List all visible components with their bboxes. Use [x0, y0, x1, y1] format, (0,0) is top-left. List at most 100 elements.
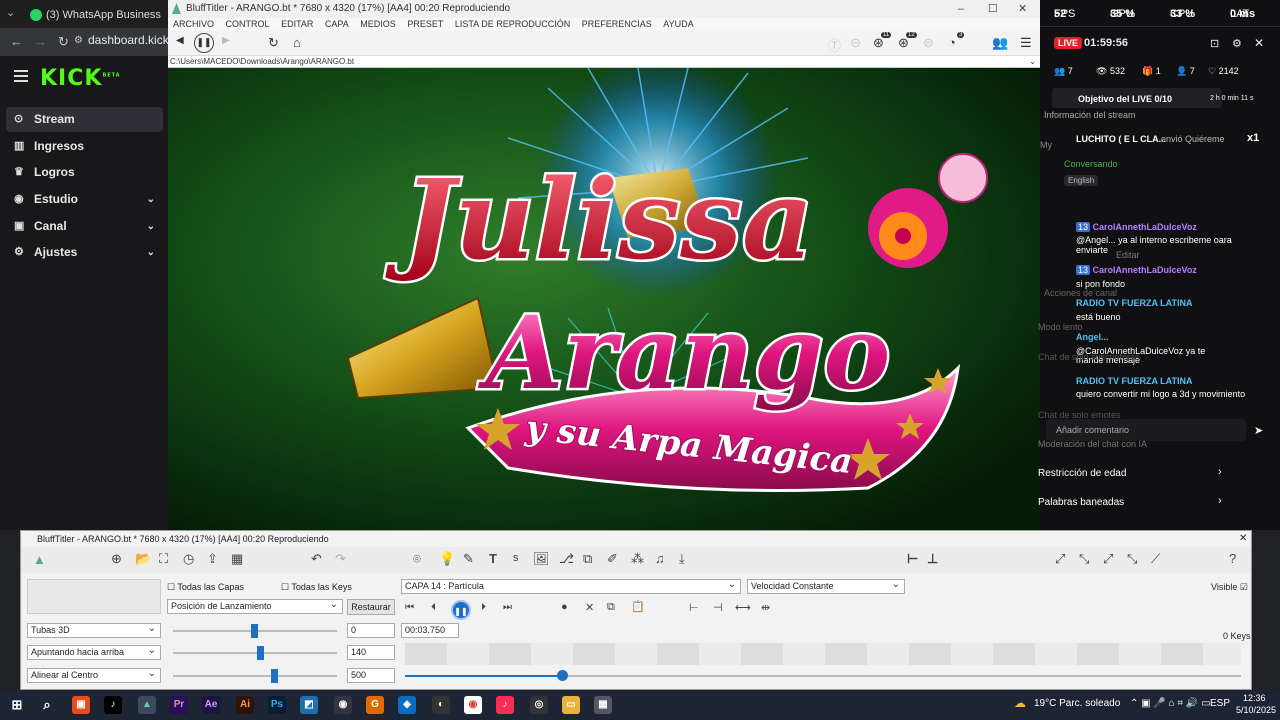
users-icon[interactable]: 👥	[992, 35, 1008, 51]
row2-select[interactable]: Apuntando hacia arriba	[27, 644, 161, 660]
url-bar[interactable]: dashboard.kick	[88, 33, 169, 47]
tray-icons[interactable]: ⌃ ▣ 🎤 ⌂ ⌗ 🔊 ▭	[1130, 698, 1211, 709]
folder-icon[interactable]: ▭	[562, 696, 580, 714]
reload-icon[interactable]: ↻	[58, 34, 69, 50]
tiktok-live-icon[interactable]: ♪	[496, 696, 514, 714]
key-start-icon[interactable]: ⊢	[689, 601, 699, 614]
language-indicator[interactable]: ESP	[1210, 698, 1230, 709]
connect-icon[interactable]: ⎇	[559, 551, 574, 567]
after-effects-icon[interactable]: Ae	[202, 696, 220, 714]
row2-value-input[interactable]: 140	[347, 645, 395, 660]
site-settings-icon[interactable]: ⚙	[74, 35, 83, 46]
key-split-icon[interactable]: ⇹	[761, 601, 770, 614]
weather-text[interactable]: 19°C Parc. soleado	[1034, 698, 1120, 709]
pause-icon[interactable]: ❚❚	[194, 33, 214, 53]
help-icon[interactable]: ?	[1229, 551, 1236, 566]
image-icon[interactable]: 🖼	[533, 551, 550, 567]
app-icon[interactable]: ▣	[72, 696, 90, 714]
time-input[interactable]: 00:03.750	[401, 623, 459, 638]
menu-editar[interactable]: EDITAR	[281, 19, 313, 29]
photoshop-icon[interactable]: Ps	[268, 696, 286, 714]
text-icon[interactable]: Ⓣ	[828, 35, 841, 54]
layer-icon[interactable]: ⊝	[850, 35, 861, 51]
time-icon[interactable]: ◷	[183, 551, 194, 567]
speed-select[interactable]: Velocidad Constante	[747, 578, 905, 594]
illustrator-icon[interactable]: Ai	[236, 696, 254, 714]
restore-button[interactable]: Restaurar	[347, 599, 395, 615]
row1-value-input[interactable]: 0	[347, 623, 395, 638]
download-icon[interactable]: ⤓	[679, 551, 685, 567]
app-icon[interactable]: ▦	[594, 696, 612, 714]
banned-words-item[interactable]: Palabras baneadas	[1038, 497, 1124, 508]
rewind-icon[interactable]: ◀	[176, 35, 184, 46]
tab-list-icon[interactable]: ⌄	[6, 6, 15, 19]
home-icon[interactable]: ⌂	[293, 35, 301, 50]
row3-select[interactable]: Alinear al Centro	[27, 667, 161, 683]
launch-position-select[interactable]: Posición de Lanzamiento	[167, 598, 343, 614]
search-icon[interactable]: ⌕	[38, 696, 56, 714]
timeline-track[interactable]	[405, 643, 1241, 665]
menu-lista[interactable]: LISTA DE REPRODUCCIÓN	[455, 19, 570, 29]
sidebar-item-stream[interactable]: ⊙ Stream	[6, 107, 163, 132]
redo-icon[interactable]: ↷	[335, 551, 346, 567]
app-icon[interactable]: ◎	[530, 696, 548, 714]
blufftitler-icon[interactable]: ▲	[138, 696, 156, 714]
menu-icon[interactable]: ☰	[1020, 35, 1032, 51]
timer-icon[interactable]: ◔	[948, 35, 956, 50]
menu-ayuda[interactable]: AYUDA	[663, 19, 693, 29]
row1-select[interactable]: Tubas 3D	[27, 622, 161, 638]
pause-button[interactable]: ❚❚	[451, 600, 471, 620]
menu-capa[interactable]: CAPA	[325, 19, 349, 29]
obs-icon[interactable]: ◐	[432, 696, 450, 714]
settings-icon[interactable]: ⚙	[1232, 37, 1242, 50]
open-icon[interactable]: 📂	[135, 551, 151, 567]
refresh-icon[interactable]: ↻	[268, 35, 279, 51]
menu-icon[interactable]	[14, 70, 28, 82]
camera-icon[interactable]: ⌾	[413, 551, 421, 567]
premiere-icon[interactable]: Pr	[170, 696, 188, 714]
align-left-icon[interactable]: ⊢	[907, 551, 918, 567]
pin-icon[interactable]: ⊜	[923, 35, 934, 51]
export-icon[interactable]: ⇪	[207, 551, 218, 567]
key-end-icon[interactable]: ⊣	[713, 601, 723, 614]
pencil-icon[interactable]: ✐	[607, 551, 618, 567]
brush-icon[interactable]: ✎	[463, 551, 474, 567]
forward-icon[interactable]: →	[34, 34, 47, 49]
timeline-playhead[interactable]	[557, 670, 568, 681]
forward-icon[interactable]: ▶	[222, 35, 230, 46]
layer-select[interactable]: CAPA 14 : Partícula	[401, 578, 741, 594]
menu-preferencias[interactable]: PREFERENCIAS	[582, 19, 652, 29]
age-restriction-item[interactable]: Restricción de edad	[1038, 468, 1126, 479]
minimize-icon[interactable]: –	[958, 0, 964, 18]
fullscreen-icon[interactable]: ⊡	[1210, 37, 1219, 50]
undo-icon[interactable]: ↶	[311, 551, 322, 567]
close-icon[interactable]: ✕	[1254, 36, 1264, 50]
app-icon[interactable]: ◩	[300, 696, 318, 714]
last-frame-icon[interactable]: ⏭	[503, 602, 512, 613]
row3-slider-knob[interactable]	[271, 669, 278, 683]
shrink-icon[interactable]: ⤡	[1079, 551, 1089, 567]
move-icon[interactable]: ⤡	[1127, 551, 1137, 567]
app-icon[interactable]: G	[366, 696, 384, 714]
row1-slider-knob[interactable]	[251, 624, 258, 638]
visible-checkbox[interactable]: Visible ☑	[1211, 582, 1248, 593]
light-icon[interactable]: 💡	[439, 551, 455, 567]
send-icon[interactable]: ➤	[1254, 424, 1263, 437]
row2-slider-knob[interactable]	[257, 646, 264, 660]
maximize-icon[interactable]: ☐	[988, 0, 998, 18]
sidebar-item-estudio[interactable]: ◉ Estudio ⌄	[6, 187, 163, 212]
file-path-bar[interactable]: C:\Users\MACEDO\Downloads\Arango\ARANGO.…	[168, 56, 1040, 68]
row3-value-input[interactable]: 500	[347, 668, 395, 683]
key-range-icon[interactable]: ⟷	[735, 601, 751, 614]
music-icon[interactable]: ♫	[655, 551, 665, 566]
menu-archivo[interactable]: ARCHIVO	[173, 19, 214, 29]
preview-canvas[interactable]: Julissa Arango y su Arpa Magica	[168, 68, 1040, 530]
menu-preset[interactable]: PRESET	[407, 19, 443, 29]
align-bottom-icon[interactable]: ⊥	[927, 551, 938, 567]
row2-slider[interactable]	[173, 652, 337, 654]
menu-control[interactable]: CONTROL	[226, 19, 270, 29]
delete-key-icon[interactable]: ✕	[585, 601, 594, 614]
menu-medios[interactable]: MEDIOS	[360, 19, 396, 29]
first-frame-icon[interactable]: ⏮	[405, 602, 414, 613]
copy-icon[interactable]: ⧉	[607, 601, 615, 614]
